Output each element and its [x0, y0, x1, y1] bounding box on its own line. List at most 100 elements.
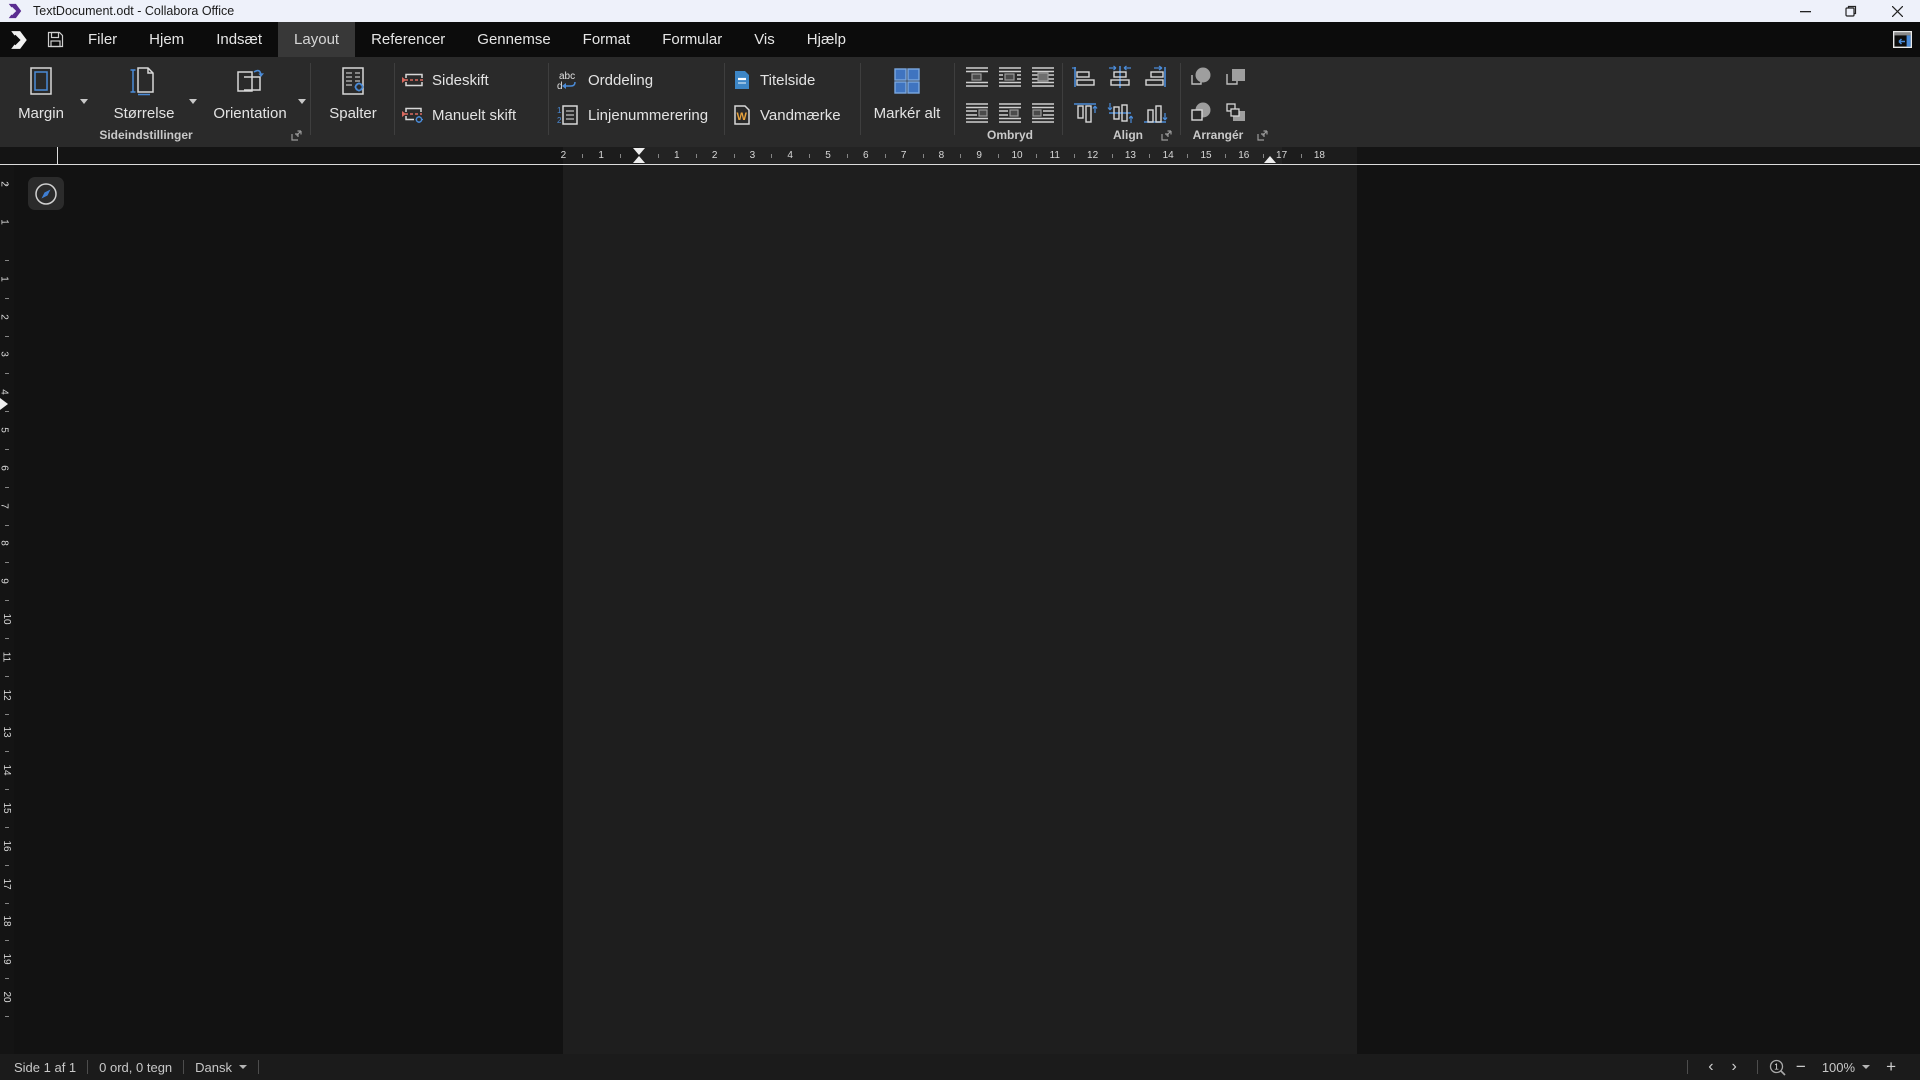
bring-forward-button[interactable] — [1221, 64, 1251, 90]
page-size-dropdown-arrow[interactable] — [189, 99, 197, 104]
align-right-button[interactable] — [1140, 64, 1170, 90]
align-bottom-icon — [1142, 101, 1168, 125]
statusbar-separator — [1687, 1060, 1688, 1074]
ribbon-separator — [310, 63, 311, 135]
statusbar-separator — [87, 1060, 88, 1074]
document-page[interactable] — [563, 165, 1357, 1054]
align-middle-button[interactable] — [1105, 100, 1135, 126]
align-top-button[interactable] — [1070, 100, 1100, 126]
menu-item-layout-active[interactable]: Layout — [278, 22, 355, 57]
zoom-level-selector[interactable]: 100% — [1816, 1060, 1876, 1075]
align-left-button[interactable] — [1070, 64, 1100, 90]
minimize-icon — [1800, 6, 1811, 17]
navigator-button[interactable] — [28, 177, 64, 210]
ruler-tick — [658, 154, 659, 158]
next-page-button[interactable]: › — [1723, 1058, 1746, 1076]
ribbon-separator — [724, 63, 725, 135]
page-break-button[interactable]: Sideskift — [402, 67, 489, 93]
zoom-in-button[interactable]: + — [1876, 1057, 1906, 1077]
ruler-tick — [1036, 154, 1037, 158]
ribbon-separator — [1062, 63, 1063, 135]
single-page-view-button[interactable]: 1 — [1769, 1059, 1786, 1076]
menu-item-format[interactable]: Format — [567, 22, 647, 57]
svg-text:d: d — [557, 81, 563, 90]
top-indent-marker[interactable] — [0, 398, 8, 410]
wrap-after-button[interactable] — [1028, 100, 1058, 126]
menu-item-formular[interactable]: Formular — [646, 22, 738, 57]
sidebar-toggle-button[interactable] — [1888, 26, 1916, 53]
save-button[interactable] — [38, 22, 72, 57]
align-center-button[interactable] — [1105, 64, 1135, 90]
line-numbering-button[interactable]: 1 2 Linjenummerering — [556, 102, 708, 128]
select-all-grid-icon — [864, 61, 950, 101]
ruler-number: 15 — [1, 802, 12, 813]
ruler-number: 10 — [1011, 148, 1022, 163]
send-backward-button[interactable] — [1186, 100, 1216, 126]
ruler-number: 10 — [1, 613, 12, 624]
ruler-number: 12 — [1087, 148, 1098, 163]
align-bottom-button[interactable] — [1140, 100, 1170, 126]
right-indent-marker[interactable] — [1264, 156, 1276, 163]
menu-item-vis[interactable]: Vis — [738, 22, 791, 57]
orientation-dropdown-arrow[interactable] — [298, 99, 306, 104]
hyphenation-button[interactable]: abc d Orddeling — [556, 67, 653, 93]
bring-to-front-button[interactable] — [1186, 64, 1216, 90]
select-all-button[interactable]: Markér alt — [864, 59, 950, 137]
send-to-back-button[interactable] — [1221, 100, 1251, 126]
document-canvas[interactable] — [0, 165, 1920, 1054]
arrange-dialog-launcher-icon[interactable] — [1257, 130, 1268, 141]
menu-item-hjaelp[interactable]: Hjælp — [791, 22, 862, 57]
zoom-out-button[interactable]: − — [1786, 1057, 1816, 1077]
wrap-none-button[interactable] — [962, 64, 992, 90]
ruler-tick — [1112, 154, 1113, 158]
wrap-parallel-button[interactable] — [995, 64, 1025, 90]
navigator-compass-icon — [34, 182, 58, 206]
margin-button[interactable]: Margin — [8, 59, 74, 137]
statusbar-separator — [183, 1060, 184, 1074]
watermark-icon: W — [732, 105, 752, 125]
title-page-button[interactable]: Titelside — [732, 67, 815, 93]
minimize-button[interactable] — [1782, 0, 1828, 22]
menu-item-hjem[interactable]: Hjem — [133, 22, 200, 57]
wrap-through-button[interactable] — [1028, 64, 1058, 90]
collabora-logo-white-icon — [9, 30, 29, 50]
previous-page-button[interactable]: ‹ — [1699, 1058, 1722, 1076]
menu-item-indsaet[interactable]: Indsæt — [200, 22, 278, 57]
application-window: TextDocument.odt - Collabora Office — [0, 0, 1920, 1080]
word-count-status[interactable]: 0 ord, 0 tegn — [99, 1060, 172, 1075]
ruler-number: 1 — [0, 276, 9, 282]
wrap-none-icon — [965, 66, 989, 88]
menu-item-gennemse[interactable]: Gennemse — [461, 22, 566, 57]
first-line-indent-marker[interactable] — [633, 148, 645, 155]
margin-dropdown-arrow[interactable] — [80, 99, 88, 104]
manual-break-button[interactable]: Manuelt skift — [402, 102, 516, 128]
svg-text:2: 2 — [557, 116, 562, 125]
align-dialog-launcher-icon[interactable] — [1161, 130, 1172, 141]
ruler-tick — [582, 154, 583, 158]
wrap-before-button[interactable] — [962, 100, 992, 126]
wrap-optimal-button[interactable] — [995, 100, 1025, 126]
page-count-status[interactable]: Side 1 af 1 — [14, 1060, 76, 1075]
horizontal-ruler[interactable]: 12123456789101112131415161718 — [0, 147, 1920, 164]
app-menu-button[interactable] — [0, 22, 38, 57]
align-middle-icon — [1107, 101, 1133, 125]
watermark-button[interactable]: W Vandmærke — [732, 102, 841, 128]
columns-button[interactable]: Spalter — [316, 59, 390, 137]
manual-break-icon — [402, 106, 424, 124]
ruler-number: 5 — [825, 148, 831, 163]
left-indent-marker[interactable] — [633, 156, 645, 163]
close-button[interactable] — [1874, 0, 1920, 22]
page-size-button[interactable]: Størrelse — [103, 59, 185, 137]
page-settings-dialog-launcher-icon[interactable] — [291, 130, 302, 141]
ruler-number: 7 — [0, 503, 9, 509]
language-selector[interactable]: Dansk — [195, 1060, 247, 1075]
menu-item-filer[interactable]: Filer — [72, 22, 133, 57]
margin-icon — [8, 61, 74, 101]
orientation-button[interactable]: Orientation — [206, 59, 294, 137]
menu-item-referencer[interactable]: Referencer — [355, 22, 461, 57]
group-text-flow: abc d Orddeling 1 2 Linjenummerering — [556, 57, 718, 147]
ruler-tick — [5, 260, 9, 261]
vertical-ruler[interactable]: 121234567891011121314151617181920 — [0, 165, 14, 1054]
restore-button[interactable] — [1828, 0, 1874, 22]
ruler-number: 9 — [0, 578, 9, 584]
